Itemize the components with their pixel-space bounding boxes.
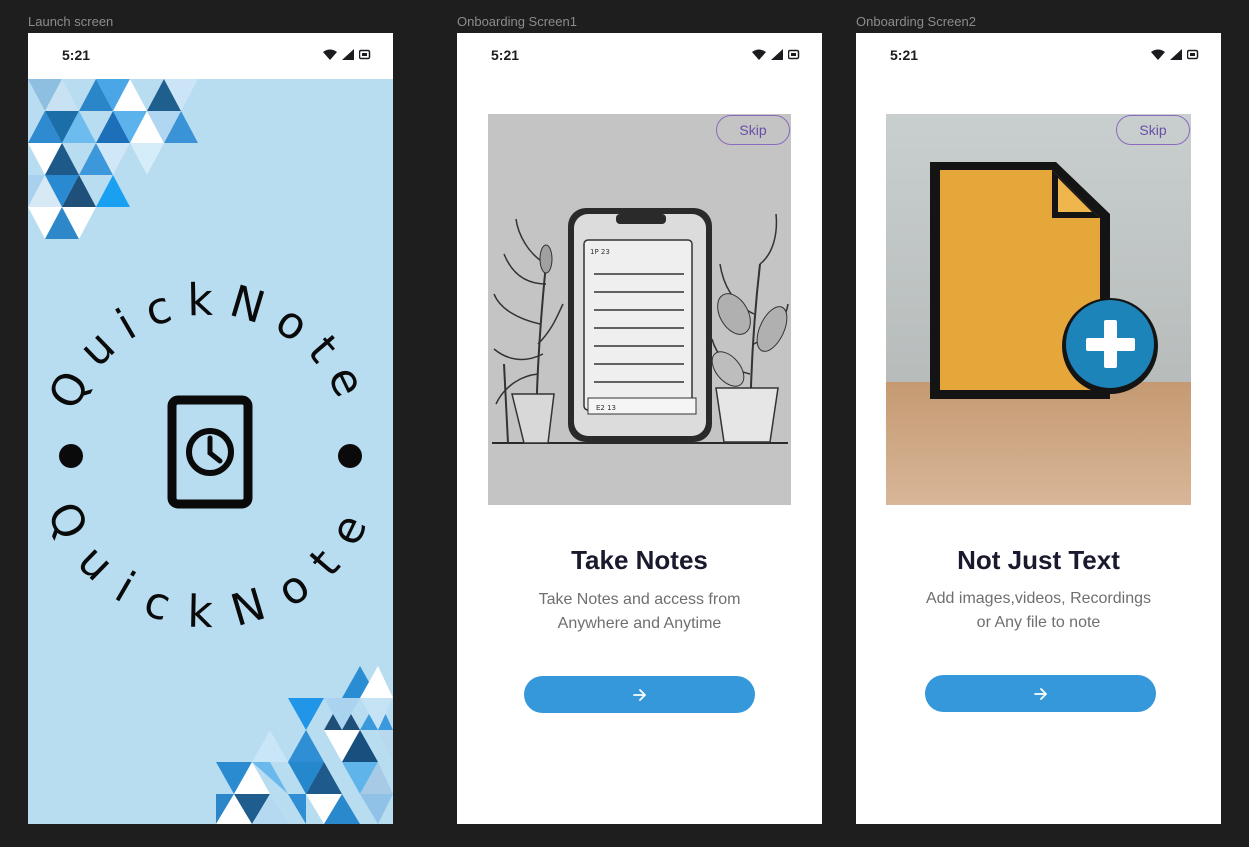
cell-signal-icon [771, 49, 783, 60]
status-time: 5:21 [491, 47, 520, 63]
onboarding-screen-2: 5:21 Skip Not Just Text Add images,video… [856, 33, 1221, 824]
hero-illustration-phone-notes: 1P 23 E2 13 Skip [488, 114, 791, 505]
status-bar: 5:21 [28, 33, 393, 79]
onboarding-description: Take Notes and access from Anywhere and … [497, 588, 782, 636]
app-name-bottom-arc: QuickNote [36, 494, 383, 638]
wifi-icon [752, 49, 766, 60]
battery-icon [1187, 49, 1199, 60]
next-button[interactable] [524, 676, 755, 713]
skip-button[interactable]: Skip [1116, 115, 1190, 145]
frame-label-onboarding2: Onboarding Screen2 [856, 14, 976, 29]
description-line-2: Anywhere and Anytime [557, 615, 722, 632]
wifi-icon [1151, 49, 1165, 60]
logo-dot-right [338, 444, 362, 468]
skip-button[interactable]: Skip [716, 115, 790, 145]
battery-icon [359, 49, 371, 60]
quicknote-logo: QuickNote QuickNote [36, 275, 383, 639]
status-bar: 5:21 [457, 33, 822, 79]
onboarding-description: Add images,videos, Recordings or Any fil… [896, 587, 1181, 635]
description-line-1: Take Notes and access from [538, 591, 741, 608]
clock-tablet-icon [167, 395, 253, 509]
description-line-1: Add images,videos, Recordings [925, 590, 1151, 607]
battery-icon [788, 49, 800, 60]
status-time: 5:21 [62, 47, 91, 63]
frame-label-launch: Launch screen [28, 14, 114, 29]
file-add-3d [886, 114, 1191, 505]
status-bar: 5:21 [856, 33, 1221, 79]
phone-notes-sketch: 1P 23 E2 13 [492, 208, 789, 444]
wifi-icon [323, 49, 337, 60]
description-line-2: or Any file to note [976, 614, 1101, 631]
logo-dot-left [59, 444, 83, 468]
launch-screen: 5:21 QuickNote QuickNote [28, 33, 393, 824]
cell-signal-icon [342, 49, 354, 60]
cell-signal-icon [1170, 49, 1182, 60]
next-button[interactable] [925, 675, 1156, 712]
status-time: 5:21 [890, 47, 919, 63]
frame-label-onboarding1: Onboarding Screen1 [457, 14, 577, 29]
arrow-right-icon [1033, 687, 1047, 700]
onboarding-screen-1: 5:21 1P 23 E2 13 Skip Take Notes Take No… [457, 33, 822, 824]
arrow-right-icon [632, 688, 646, 701]
hero-illustration-file-add: Skip [886, 114, 1191, 505]
onboarding-title: Take Notes [571, 545, 708, 575]
svg-text:E2 13: E2 13 [596, 404, 616, 412]
onboarding-title: Not Just Text [957, 545, 1120, 575]
svg-text:1P 23: 1P 23 [590, 248, 610, 256]
